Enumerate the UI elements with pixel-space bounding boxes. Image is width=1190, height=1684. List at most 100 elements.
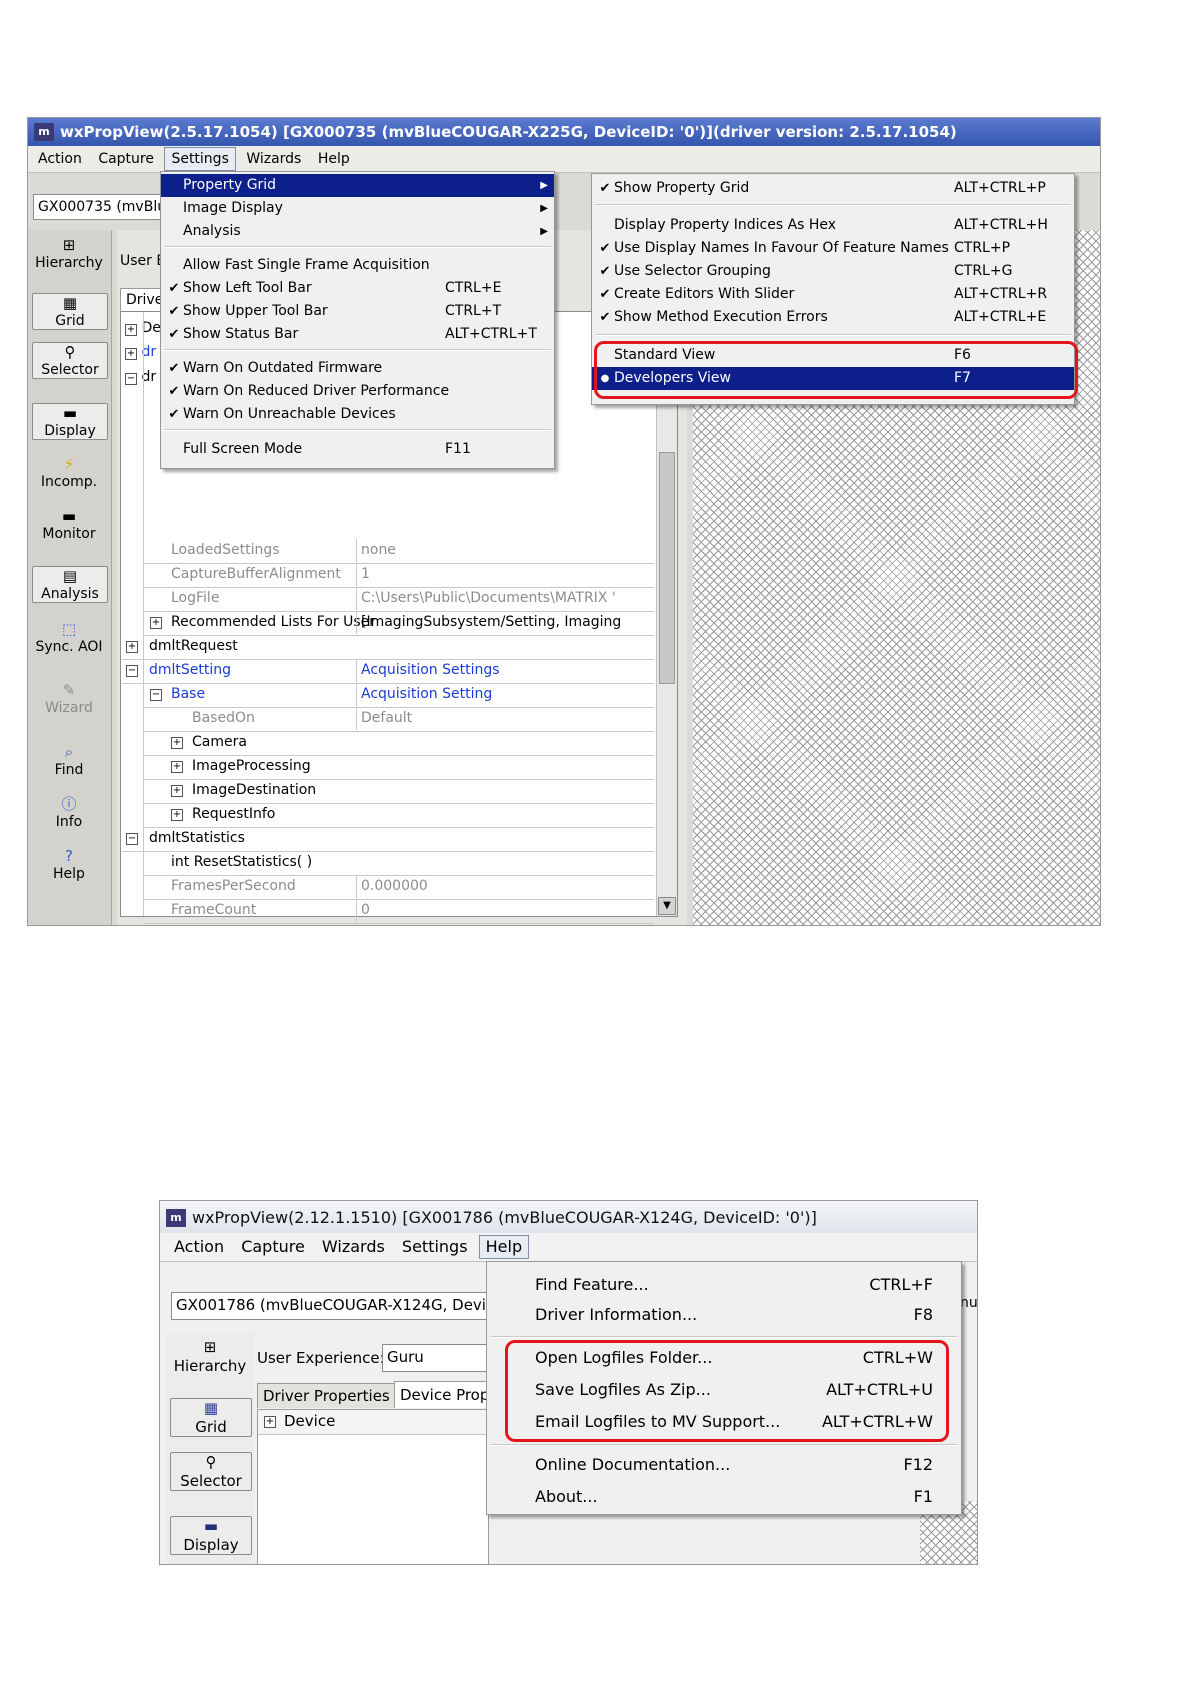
grid-row[interactable]: LogFile C:\Users\Public\Documents\MATRIX … [144,587,654,612]
user-experience-select[interactable]: Guru [382,1344,488,1372]
hierarchy-icon: ⊞ [62,236,76,254]
scroll-down-icon[interactable]: ▼ [658,897,676,915]
menu-item-show-property-grid[interactable]: ✔ Show Property Grid ALT+CTRL+P [592,177,1074,200]
grid-row[interactable]: CaptureBufferAlignment 1 [144,563,654,588]
grid-row[interactable]: + RequestInfo [144,803,654,828]
grid-label: Grid [55,313,85,329]
tab-device-properties[interactable]: Device Prop [394,1381,496,1408]
expand-icon[interactable]: + [125,348,137,360]
menu-item-method-errors[interactable]: ✔ Show Method Execution Errors ALT+CTRL+E [592,306,1074,329]
menu-item-shortcut: CTRL+T [445,303,502,319]
device-select[interactable]: GX001786 (mvBlueCOUGAR-X124G, Devicel [171,1292,489,1320]
user-experience-label: User E [120,253,166,269]
grid-row[interactable]: LoadedSettings none [144,539,654,564]
row-value: 1 [356,563,654,586]
incomp-button[interactable]: ⚡ Incomp. [32,455,106,490]
grid-row[interactable]: FrameCount 0 [144,899,654,924]
menu-item-display-names[interactable]: ✔ Use Display Names In Favour Of Feature … [592,237,1074,260]
menu-item-property-grid[interactable]: Property Grid ▶ [161,174,554,197]
hierarchy-button[interactable]: ⊞ Hierarchy [170,1338,250,1375]
scrollbar-thumb[interactable] [659,452,675,684]
grid-row[interactable]: + dmltRequest [122,635,654,660]
expand-icon[interactable]: + [264,1416,276,1428]
checkmark-icon: ✔ [599,310,611,325]
grid-row[interactable]: − Base Acquisition Setting [144,683,654,708]
grid-row[interactable]: − dmltSetting Acquisition Settings [122,659,654,684]
menu-settings[interactable]: Settings [164,147,236,171]
menu-settings[interactable]: Settings [396,1234,474,1260]
selector-button[interactable]: ⚲ Selector [32,342,108,379]
menu-item-warn-firmware[interactable]: ✔ Warn On Outdated Firmware [161,357,554,380]
display-button[interactable]: ▬ Display [32,403,108,440]
device-select[interactable]: GX000735 (mvBlue [33,194,167,220]
row-name: Recommended Lists For User [171,614,376,630]
menu-item-shortcut: ALT+CTRL+P [954,180,1046,196]
expand-icon[interactable]: + [125,324,137,336]
incomp-label: Incomp. [40,474,98,490]
menu-item-upper-toolbar[interactable]: ✔ Show Upper Tool Bar CTRL+T [161,300,554,323]
menu-capture[interactable]: Capture [92,147,160,171]
grid-button[interactable]: ▦ Grid [170,1398,252,1437]
menu-action[interactable]: Action [168,1234,230,1260]
row-value: 0.000000 [356,875,654,898]
menu-item-indices-hex[interactable]: Display Property Indices As Hex ALT+CTRL+… [592,214,1074,237]
expand-icon[interactable]: + [171,761,183,773]
menu-item-image-display[interactable]: Image Display ▶ [161,197,554,220]
selector-button[interactable]: ⚲ Selector [170,1452,252,1491]
expand-icon[interactable]: + [171,785,183,797]
hierarchy-button[interactable]: ⊞ Hierarchy [32,236,106,271]
find-button[interactable]: ⌕ Find [32,743,106,778]
menu-item-shortcut: ALT+CTRL+E [954,309,1047,325]
menu-item-online-documentation[interactable]: Online Documentation... F12 [487,1450,961,1480]
monitor-button[interactable]: ▬ Monitor [32,507,106,542]
expand-icon[interactable]: + [171,809,183,821]
menu-item-selector-grouping[interactable]: ✔ Use Selector Grouping CTRL+G [592,260,1074,283]
menu-item-driver-information[interactable]: Driver Information... F8 [487,1300,961,1330]
collapse-icon[interactable]: − [126,665,138,677]
display-button[interactable]: ▬ Display [170,1516,252,1555]
menu-item-about[interactable]: About... F1 [487,1482,961,1512]
help-button[interactable]: ? Help [32,847,106,882]
collapse-icon[interactable]: − [126,833,138,845]
menu-item-warn-performance[interactable]: ✔ Warn On Reduced Driver Performance [161,380,554,403]
menu-item-shortcut: F1 [913,1487,933,1506]
grid-row[interactable]: FramesPerSecond 0.000000 [144,875,654,900]
menu-wizards[interactable]: Wizards [316,1234,391,1260]
wizard-button[interactable]: ✎ Wizard [32,681,106,716]
grid-row[interactable]: − dmltStatistics [122,827,654,852]
menu-help[interactable]: Help [312,147,356,171]
bottom-window: m wxPropView(2.12.1.1510) [GX001786 (mvB… [159,1200,978,1565]
menu-help[interactable]: Help [478,1235,530,1259]
grid-row[interactable]: + ImageProcessing [144,755,654,780]
help-label: Help [53,866,85,882]
expand-icon[interactable]: + [126,641,138,653]
collapse-icon[interactable]: − [125,373,137,385]
sync-aoi-button[interactable]: ⬚ Sync. AOI [32,620,106,655]
grid-row[interactable]: + Camera [144,731,654,756]
analysis-button[interactable]: ▤ Analysis [32,566,108,603]
grid-button[interactable]: ▦ Grid [32,293,108,330]
menu-capture[interactable]: Capture [235,1234,311,1260]
menu-item-status-bar[interactable]: ✔ Show Status Bar ALT+CTRL+T [161,323,554,346]
menu-item-left-toolbar[interactable]: ✔ Show Left Tool Bar CTRL+E [161,277,554,300]
collapse-icon[interactable]: − [150,689,162,701]
grid-row[interactable]: + ImageDestination [144,779,654,804]
menu-item-warn-unreachable[interactable]: ✔ Warn On Unreachable Devices [161,403,554,426]
menu-item-editors-slider[interactable]: ✔ Create Editors With Slider ALT+CTRL+R [592,283,1074,306]
menu-item-analysis[interactable]: Analysis ▶ [161,220,554,243]
menu-item-full-screen[interactable]: Full Screen Mode F11 [161,438,554,461]
grid-row[interactable]: BasedOn Default [144,707,654,732]
left-toolbar: ⊞ Hierarchy ▦ Grid ⚲ Selector ▬ Display ⚡ Inc… [28,230,112,925]
expand-icon[interactable]: + [171,737,183,749]
menu-wizards[interactable]: Wizards [240,147,307,171]
grid-row[interactable]: int ResetStatistics( ) [144,851,654,876]
tab-driver-properties[interactable]: Driver Properties [257,1383,396,1408]
info-button[interactable]: ⓘ Info [32,795,106,830]
grid-row[interactable]: + Recommended Lists For User [ImagingSubsy… [144,611,654,636]
top-menubar: Action Capture Settings Wizards Help [28,146,1100,173]
menu-item-find-feature[interactable]: Find Feature... CTRL+F [487,1270,961,1300]
grid-row[interactable]: + Device [258,1410,488,1435]
menu-action[interactable]: Action [32,147,88,171]
expand-icon[interactable]: + [150,617,162,629]
menu-item-fast-single-frame[interactable]: Allow Fast Single Frame Acquisition [161,254,554,277]
